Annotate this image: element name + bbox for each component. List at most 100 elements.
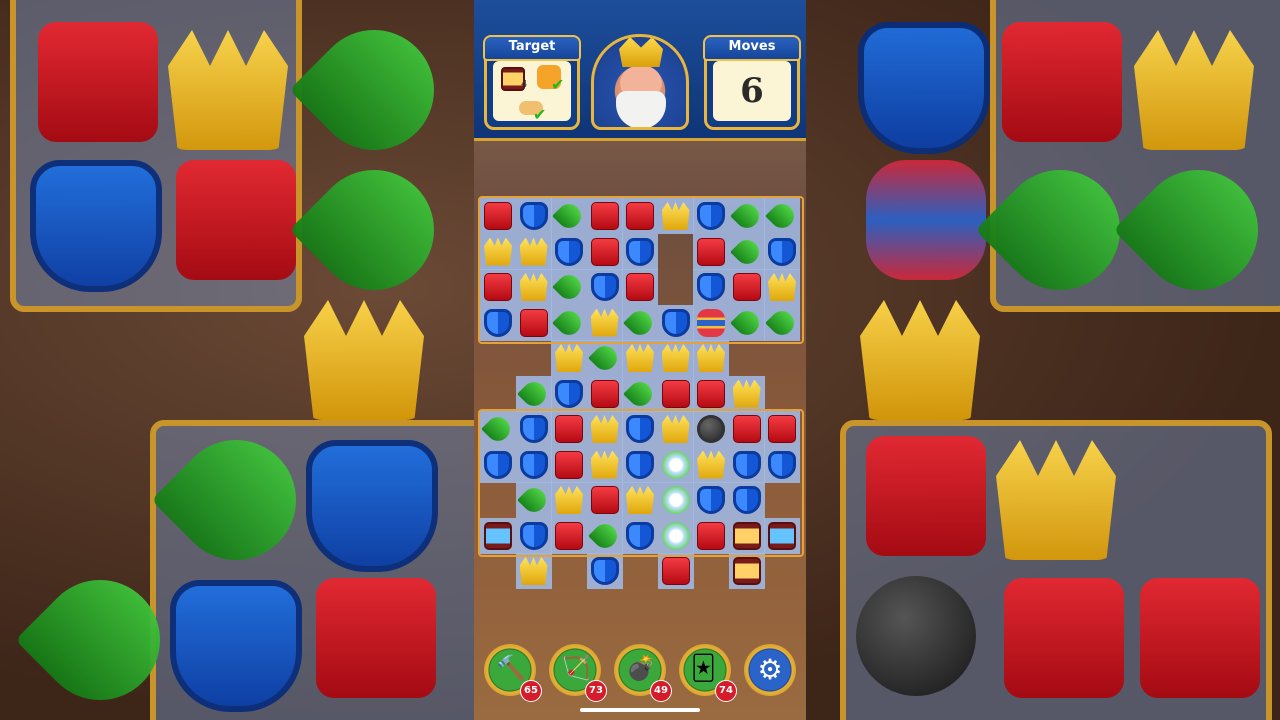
red-tile-piece[interactable] xyxy=(732,415,761,443)
red-tile-piece[interactable] xyxy=(590,486,619,514)
blue-shield-piece[interactable] xyxy=(484,308,512,337)
gold-crown-piece[interactable] xyxy=(697,450,725,479)
red-tile-piece[interactable] xyxy=(626,273,654,301)
blue-shield-piece[interactable] xyxy=(626,521,654,550)
red-tile-piece[interactable] xyxy=(768,415,796,443)
booster-count: 49 xyxy=(650,680,672,702)
blue-shield-piece[interactable] xyxy=(768,237,796,266)
red-tile-piece[interactable] xyxy=(555,450,583,479)
blue-shield-piece[interactable] xyxy=(697,486,725,514)
gold-crown-piece[interactable] xyxy=(697,344,725,372)
blue-shield-piece[interactable] xyxy=(626,450,654,479)
bg-shield xyxy=(30,160,162,292)
gold-crown-piece[interactable] xyxy=(519,273,548,301)
home-indicator[interactable] xyxy=(580,708,700,712)
gold-crown-piece[interactable] xyxy=(555,486,583,514)
red-tile-piece[interactable] xyxy=(555,415,583,443)
bg-red-tile xyxy=(316,578,436,698)
bg-crown xyxy=(168,30,288,150)
red-tile-piece[interactable] xyxy=(661,557,690,585)
lantern-blue-piece[interactable] xyxy=(484,521,512,550)
blue-shield-piece[interactable] xyxy=(732,450,761,479)
swirl-bomb-piece[interactable] xyxy=(661,486,690,514)
blue-shield-piece[interactable] xyxy=(626,415,654,443)
red-tile-piece[interactable] xyxy=(732,273,761,301)
bg-shield xyxy=(306,440,438,572)
jester-icon: 🃏 xyxy=(691,654,716,682)
blue-shield-piece[interactable] xyxy=(519,415,548,443)
red-tile-piece[interactable] xyxy=(697,237,725,266)
bg-shield xyxy=(170,580,302,712)
hammer-booster[interactable]: 🔨 65 xyxy=(484,644,542,702)
blue-shield-piece[interactable] xyxy=(590,273,619,301)
red-tile-piece[interactable] xyxy=(590,379,619,408)
blue-shield-piece[interactable] xyxy=(555,237,583,266)
blue-shield-piece[interactable] xyxy=(519,202,548,230)
blue-shield-piece[interactable] xyxy=(697,202,725,230)
gold-crown-piece[interactable] xyxy=(590,450,619,479)
gold-crown-piece[interactable] xyxy=(590,308,619,337)
color-ball-piece[interactable] xyxy=(697,415,725,443)
bg-red-tile xyxy=(1140,578,1260,698)
gold-crown-piece[interactable] xyxy=(626,486,654,514)
drum-piece-piece[interactable] xyxy=(697,308,725,337)
gold-crown-piece[interactable] xyxy=(555,344,583,372)
settings-button[interactable]: ⚙ xyxy=(744,644,796,696)
bg-red-tile xyxy=(176,160,296,280)
jester-booster[interactable]: 🃏 74 xyxy=(679,644,737,702)
gold-crown-piece[interactable] xyxy=(590,415,619,443)
hammer-icon: 🔨 xyxy=(496,654,526,682)
bg-drum xyxy=(866,160,986,280)
blue-shield-piece[interactable] xyxy=(484,450,512,479)
blue-shield-piece[interactable] xyxy=(697,273,725,301)
arrow-icon: 🏹 xyxy=(561,654,591,682)
arrow-booster[interactable]: 🏹 73 xyxy=(549,644,607,702)
lantern-gold-piece[interactable] xyxy=(732,557,761,585)
lantern-blue-piece[interactable] xyxy=(768,521,796,550)
booster-count: 73 xyxy=(585,680,607,702)
gold-crown-piece[interactable] xyxy=(768,273,796,301)
red-tile-piece[interactable] xyxy=(590,237,619,266)
blue-shield-piece[interactable] xyxy=(732,486,761,514)
blue-shield-piece[interactable] xyxy=(626,237,654,266)
bg-crown xyxy=(996,440,1116,560)
blue-shield-piece[interactable] xyxy=(519,450,548,479)
red-tile-piece[interactable] xyxy=(484,273,512,301)
swirl-bomb-piece[interactable] xyxy=(661,450,690,479)
red-tile-piece[interactable] xyxy=(519,308,548,337)
bg-red-tile xyxy=(1004,578,1124,698)
red-tile-piece[interactable] xyxy=(697,521,725,550)
bg-shield xyxy=(858,22,990,154)
bg-color-ball xyxy=(856,576,976,696)
gold-crown-piece[interactable] xyxy=(661,344,690,372)
red-tile-piece[interactable] xyxy=(555,521,583,550)
gold-crown-piece[interactable] xyxy=(626,344,654,372)
gold-crown-piece[interactable] xyxy=(519,557,548,585)
bg-leaf xyxy=(289,5,459,175)
blue-shield-piece[interactable] xyxy=(661,308,690,337)
blue-shield-piece[interactable] xyxy=(555,379,583,408)
red-tile-piece[interactable] xyxy=(484,202,512,230)
blue-shield-piece[interactable] xyxy=(590,557,619,585)
gold-crown-piece[interactable] xyxy=(661,415,690,443)
gold-crown-piece[interactable] xyxy=(732,379,761,408)
gold-crown-piece[interactable] xyxy=(661,202,690,230)
cannon-booster[interactable]: 💣 49 xyxy=(614,644,672,702)
bg-crown xyxy=(304,300,424,420)
game-board[interactable] xyxy=(474,0,806,720)
swirl-bomb-piece[interactable] xyxy=(661,521,690,550)
gold-crown-piece[interactable] xyxy=(484,237,512,266)
bg-red-tile xyxy=(866,436,986,556)
red-tile-piece[interactable] xyxy=(697,379,725,408)
cannon-icon: 💣 xyxy=(626,654,656,682)
gold-crown-piece[interactable] xyxy=(519,237,548,266)
blue-shield-piece[interactable] xyxy=(519,521,548,550)
red-tile-piece[interactable] xyxy=(590,202,619,230)
lantern-gold-piece[interactable] xyxy=(732,521,761,550)
gear-icon: ⚙ xyxy=(757,653,783,686)
red-tile-piece[interactable] xyxy=(626,202,654,230)
red-tile-piece[interactable] xyxy=(661,379,690,408)
blue-shield-piece[interactable] xyxy=(768,450,796,479)
game-screen: Target 4 ✔ ✔ Moves 6 🔨 65 🏹 73 💣 49 🃏 74… xyxy=(474,0,806,720)
bg-red-tile xyxy=(1002,22,1122,142)
